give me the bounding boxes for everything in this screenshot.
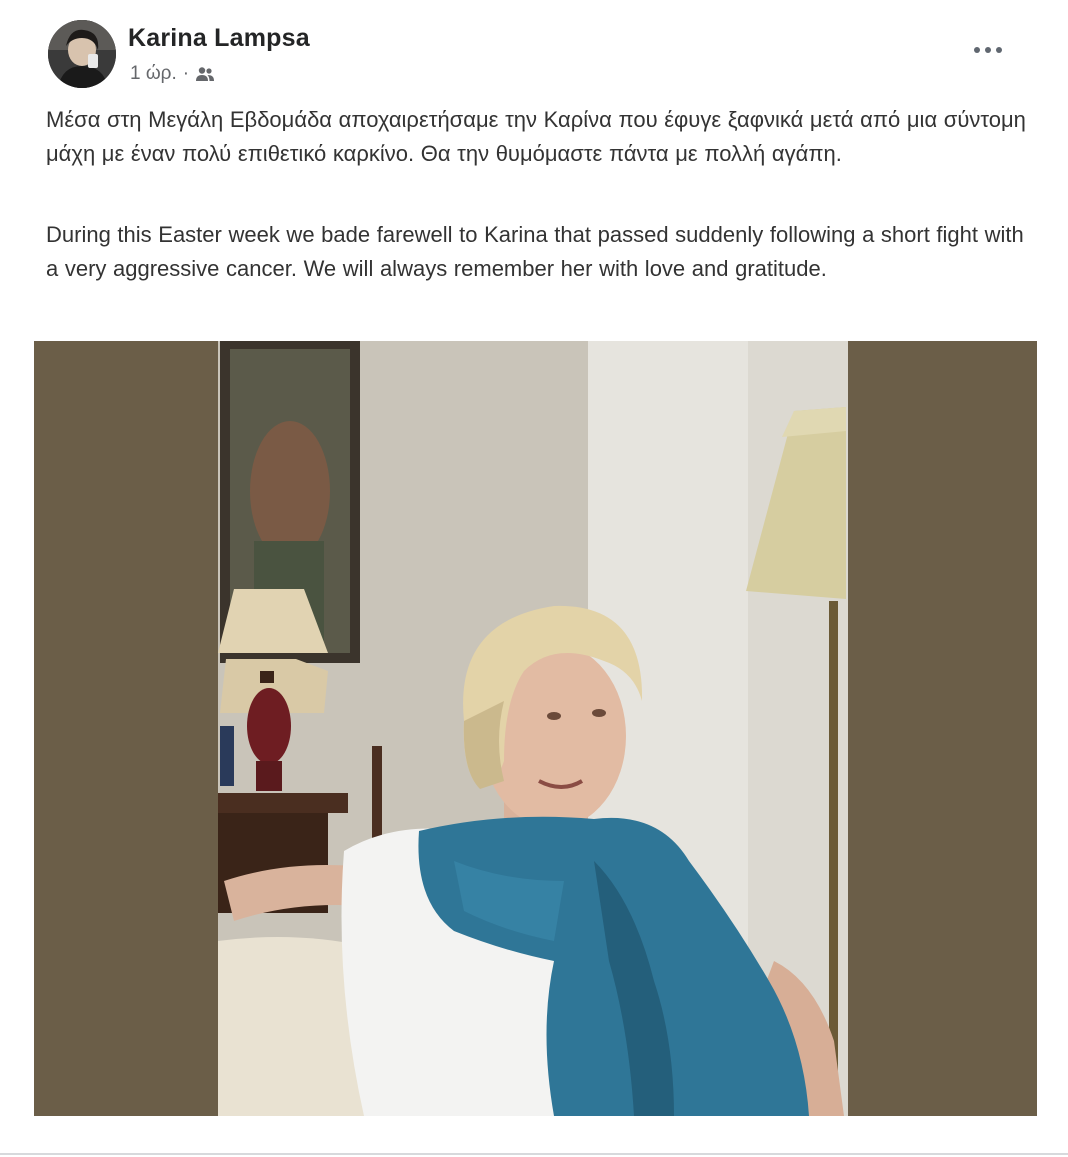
post-divider [0,1153,1068,1155]
post-timestamp[interactable]: 1 ώρ. [130,63,177,85]
author-avatar[interactable] [48,20,116,88]
post-meta: 1 ώρ. · [130,62,215,86]
more-options-icon [974,47,1002,53]
friends-icon[interactable] [195,66,215,82]
post-text-english: During this Easter week we bade farewell… [46,222,1024,281]
more-options-button[interactable] [964,32,1012,68]
profile-photo-icon [48,20,116,88]
portrait-photo-icon [34,341,1037,1116]
facebook-post: Karina Lampsa 1 ώρ. · Μέσα στη Μεγάλη Εβ… [0,0,1068,1157]
post-text-greek: Μέσα στη Μεγάλη Εβδομάδα αποχαιρετήσαμε … [46,107,1026,166]
author-name[interactable]: Karina Lampsa [128,24,310,53]
post-photo[interactable] [34,341,1037,1116]
meta-separator: · [182,63,190,84]
